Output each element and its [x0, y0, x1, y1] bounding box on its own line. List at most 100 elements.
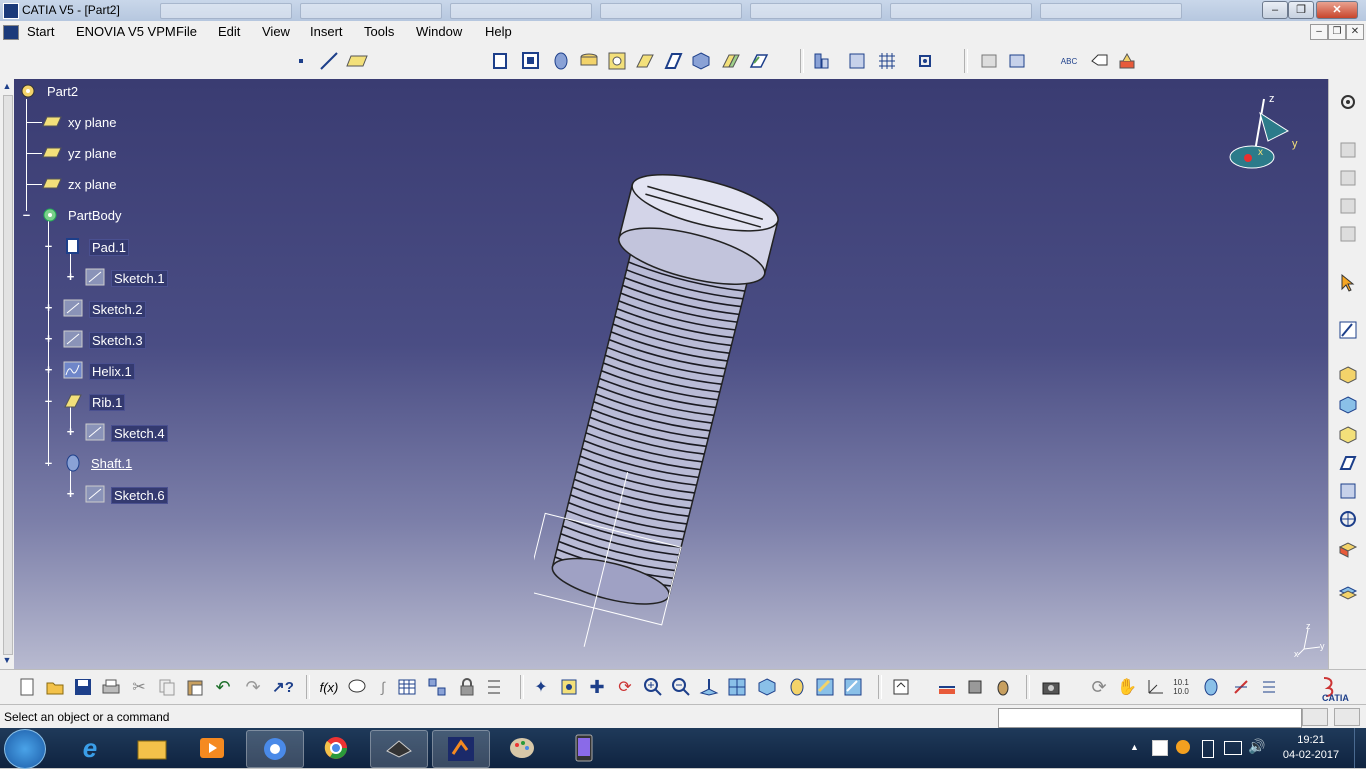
- taskbar-clock[interactable]: 19:21 04-02-2017: [1276, 733, 1346, 763]
- design-table-icon[interactable]: [396, 676, 418, 698]
- slot-icon[interactable]: [662, 50, 684, 72]
- axis-system-icon[interactable]: [1144, 676, 1166, 698]
- tree-node-shaft[interactable]: – Shaft.1: [14, 453, 164, 475]
- fit-all-in-icon[interactable]: [558, 676, 580, 698]
- tray-battery-icon[interactable]: [1202, 740, 1214, 758]
- command-button[interactable]: [1334, 708, 1360, 726]
- options-gear-icon[interactable]: [1337, 91, 1359, 113]
- axis-red-icon[interactable]: [1230, 676, 1252, 698]
- tray-antivirus-icon[interactable]: [1176, 740, 1190, 754]
- show-desktop-button[interactable]: [1354, 728, 1366, 768]
- menu-file[interactable]: File: [176, 24, 197, 39]
- scroll-track[interactable]: [3, 95, 13, 655]
- cylinder-icon[interactable]: [1200, 676, 1222, 698]
- remove-face-icon[interactable]: [1337, 538, 1359, 560]
- lock-icon[interactable]: [456, 676, 478, 698]
- rib-icon[interactable]: [634, 50, 656, 72]
- edge-fillet-icon[interactable]: [1337, 364, 1359, 386]
- background-window-tab[interactable]: [160, 3, 292, 19]
- taskbar-catia-icon[interactable]: [432, 730, 490, 768]
- taskbar-media-icon[interactable]: [184, 730, 240, 766]
- expand-icon[interactable]: +: [65, 425, 76, 438]
- tree-node-yz-plane[interactable]: yz plane: [14, 143, 144, 165]
- menu-edit[interactable]: Edit: [218, 24, 240, 39]
- line-icon[interactable]: [318, 50, 340, 72]
- compass-widget[interactable]: z y x: [1224, 91, 1314, 181]
- tray-expand-icon[interactable]: ▲: [1130, 742, 1139, 752]
- product-icon[interactable]: [1337, 195, 1359, 217]
- tree-node-xy-plane[interactable]: xy plane: [14, 112, 144, 134]
- print-icon[interactable]: [100, 676, 122, 698]
- taskbar-app-icon[interactable]: [370, 730, 428, 768]
- collapse-icon[interactable]: –: [43, 239, 54, 252]
- background-window-tab[interactable]: [750, 3, 882, 19]
- collapse-icon[interactable]: –: [21, 208, 32, 221]
- apply-material-icon[interactable]: [1116, 50, 1138, 72]
- solid-combine-icon[interactable]: [690, 50, 712, 72]
- pocket-icon[interactable]: [520, 50, 542, 72]
- collapse-icon[interactable]: –: [43, 394, 54, 407]
- tray-flag-icon[interactable]: [1152, 740, 1168, 756]
- pan-icon[interactable]: ✚: [586, 676, 608, 698]
- zoom-out-icon[interactable]: [670, 676, 692, 698]
- close-button[interactable]: ✕: [1316, 1, 1358, 19]
- shading-icon[interactable]: [786, 676, 808, 698]
- menu-window[interactable]: Window: [416, 24, 462, 39]
- menu-view[interactable]: View: [262, 24, 290, 39]
- tray-network-icon[interactable]: [1224, 741, 1242, 755]
- tree-scrollbar[interactable]: ▲ ▼: [0, 79, 15, 669]
- units-icon[interactable]: 10.1 10.0: [1170, 676, 1192, 698]
- point-icon[interactable]: [290, 50, 312, 72]
- collapse-icon[interactable]: –: [43, 456, 54, 469]
- tree-node-zx-plane[interactable]: zx plane: [14, 174, 144, 196]
- list-icon[interactable]: [1258, 676, 1280, 698]
- multi-section-icon[interactable]: [720, 50, 742, 72]
- catia-app-icon[interactable]: [3, 3, 19, 19]
- background-window-tab[interactable]: [1040, 3, 1182, 19]
- maximize-button[interactable]: ❐: [1288, 1, 1314, 19]
- start-button[interactable]: [4, 729, 46, 769]
- save-icon[interactable]: [72, 676, 94, 698]
- background-window-tab[interactable]: [300, 3, 442, 19]
- shell-icon[interactable]: [1337, 452, 1359, 474]
- update-icon[interactable]: [890, 676, 912, 698]
- doc-close-button[interactable]: ✕: [1346, 24, 1364, 40]
- tree-node-sketch1[interactable]: + Sketch.1: [14, 267, 184, 289]
- tree-node-helix[interactable]: + Helix.1: [14, 360, 164, 382]
- rotate-view-icon[interactable]: ⟳: [1088, 676, 1110, 698]
- pad-icon[interactable]: [490, 50, 512, 72]
- isometric-view-icon[interactable]: [756, 676, 778, 698]
- plane-icon[interactable]: [346, 50, 368, 72]
- minimize-button[interactable]: –: [1262, 1, 1288, 19]
- menu-enovia[interactable]: ENOVIA V5 VPM: [76, 24, 176, 39]
- background-window-tab[interactable]: [600, 3, 742, 19]
- tree-node-rib[interactable]: – Rib.1: [14, 391, 164, 413]
- parameters-icon[interactable]: [484, 676, 506, 698]
- tree-node-partbody[interactable]: – PartBody: [14, 205, 154, 227]
- background-window-tab[interactable]: [890, 3, 1032, 19]
- hide-show-icon[interactable]: [814, 676, 836, 698]
- constraint-icon[interactable]: [978, 50, 1000, 72]
- background-window-tab[interactable]: [450, 3, 592, 19]
- multi-view-icon[interactable]: [726, 676, 748, 698]
- transformation-icon[interactable]: [1337, 582, 1359, 604]
- removed-multi-section-icon[interactable]: [748, 50, 770, 72]
- measure-item-icon[interactable]: [964, 676, 986, 698]
- product-icon[interactable]: [1337, 167, 1359, 189]
- menu-insert[interactable]: Insert: [310, 24, 343, 39]
- shaft-icon[interactable]: [550, 50, 572, 72]
- menu-tools[interactable]: Tools: [364, 24, 394, 39]
- measure-inertia-icon[interactable]: [992, 676, 1014, 698]
- hole-icon[interactable]: [606, 50, 628, 72]
- document-icon[interactable]: [3, 25, 19, 40]
- whats-this-icon[interactable]: ↗?: [272, 676, 294, 698]
- chamfer-icon[interactable]: [1337, 394, 1359, 416]
- measure-between-icon[interactable]: [936, 676, 958, 698]
- command-button[interactable]: [1302, 708, 1328, 726]
- catalog-icon[interactable]: [426, 676, 448, 698]
- tree-node-part2[interactable]: Part2: [14, 81, 134, 103]
- sketcher-icon[interactable]: [846, 50, 868, 72]
- expand-icon[interactable]: +: [43, 301, 54, 314]
- grid-icon[interactable]: [876, 50, 898, 72]
- open-icon[interactable]: [44, 676, 66, 698]
